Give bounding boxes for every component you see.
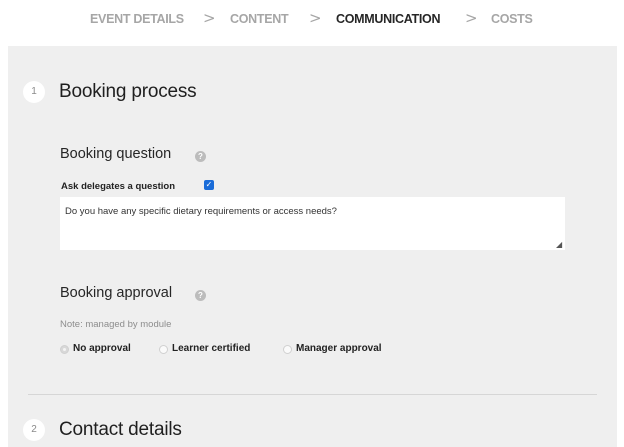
section-number-badge: 2 <box>23 419 45 441</box>
approval-note: Note: managed by module <box>60 319 172 330</box>
radio-label: Manager approval <box>296 343 382 354</box>
chevron-right-icon: > <box>309 9 322 27</box>
booking-approval-title: Booking approval <box>60 285 173 301</box>
step-event-details[interactable]: EVENT DETAILS <box>90 12 184 26</box>
booking-question-input[interactable] <box>60 197 565 250</box>
radio-label: No approval <box>73 343 131 354</box>
help-circle-icon[interactable]: ? <box>195 290 206 301</box>
radio-label: Learner certified <box>172 343 251 354</box>
chevron-right-icon: > <box>203 9 216 27</box>
chevron-right-icon: > <box>465 9 478 27</box>
radio-indicator[interactable] <box>159 345 168 354</box>
radio-indicator[interactable] <box>60 345 69 354</box>
help-circle-icon[interactable]: ? <box>195 151 206 162</box>
section-title-booking-process: Booking process <box>59 81 197 102</box>
step-content[interactable]: CONTENT <box>230 12 289 26</box>
section-title-contact-details: Contact details <box>59 419 182 440</box>
ask-delegates-label: Ask delegates a question <box>61 181 176 192</box>
wizard-stepper: EVENT DETAILS > CONTENT > COMMUNICATION … <box>0 0 624 38</box>
step-communication[interactable]: COMMUNICATION <box>336 12 440 26</box>
communication-panel: 1 Booking process Booking question ? Ask… <box>8 46 617 447</box>
radio-indicator[interactable] <box>283 345 292 354</box>
step-costs[interactable]: COSTS <box>491 12 533 26</box>
booking-question-title: Booking question <box>60 146 172 162</box>
section-number-badge: 1 <box>23 81 45 103</box>
ask-delegates-checkbox[interactable]: ✓ <box>204 180 214 190</box>
section-divider <box>28 394 597 395</box>
